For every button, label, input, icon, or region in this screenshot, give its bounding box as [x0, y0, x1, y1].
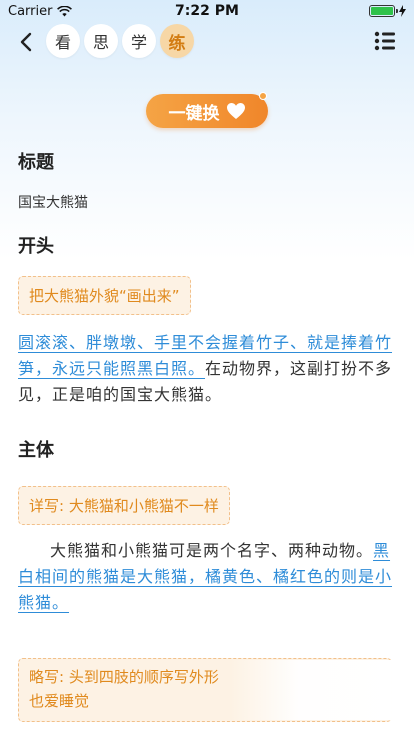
status-right	[369, 5, 406, 17]
back-button[interactable]	[14, 28, 38, 56]
status-left: Carrier	[8, 3, 73, 19]
chevron-left-icon	[20, 32, 32, 52]
swap-button-label: 一键换	[168, 103, 220, 124]
charging-bolt-icon	[399, 5, 406, 17]
heart-icon	[226, 103, 245, 119]
carrier-label: Carrier	[8, 3, 53, 19]
battery-icon	[369, 5, 398, 17]
body-sentence: 大熊猫和小熊猫可是两个名字、两种动物。	[50, 541, 374, 560]
tab-look[interactable]: 看	[46, 24, 80, 58]
body-tip: 详写: 大熊猫和小熊猫不一样	[18, 486, 230, 525]
opening-tip: 把大熊猫外貌“画出来”	[18, 276, 191, 315]
nav-bar: 看 思 学 练	[0, 22, 414, 62]
title-value: 国宝大熊猫	[18, 195, 88, 211]
notification-dot	[259, 92, 267, 100]
opening-heading: 开头	[18, 236, 54, 257]
status-bar: Carrier 7:22 PM	[0, 0, 414, 22]
list-menu-icon	[374, 31, 395, 51]
title-heading: 标题	[18, 152, 54, 173]
body-heading: 主体	[18, 440, 54, 461]
tab-learn[interactable]: 学	[122, 24, 156, 58]
tab-think[interactable]: 思	[84, 24, 118, 58]
fade-overlay	[230, 660, 400, 720]
body-paragraph: 大熊猫和小熊猫可是两个名字、两种动物。黑白相间的熊猫是大熊猫，橘黄色、橘红色的则…	[18, 538, 398, 616]
tab-practice[interactable]: 练	[160, 24, 194, 58]
opening-paragraph: 圆滚滚、胖墩墩、手里不会握着竹子、就是捧着竹笋，永远只能照黑白照。在动物界，这副…	[18, 330, 398, 408]
wifi-icon	[57, 5, 73, 16]
nav-tabs: 看 思 学 练	[46, 24, 194, 58]
battery-fill	[371, 7, 393, 15]
one-key-swap-button[interactable]: 一键换	[146, 92, 268, 128]
menu-button[interactable]	[374, 31, 396, 51]
